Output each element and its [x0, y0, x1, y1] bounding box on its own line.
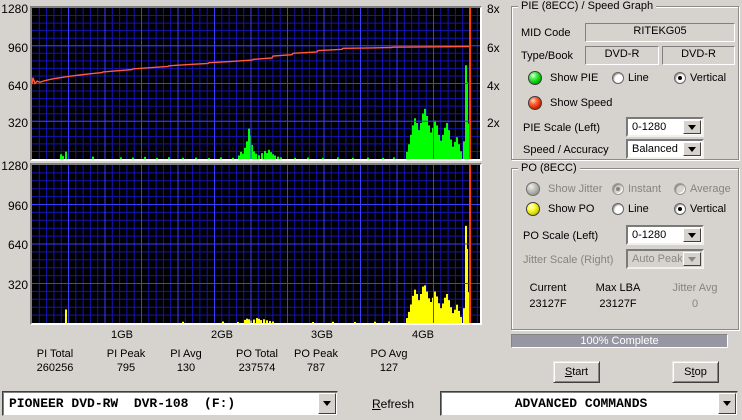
scan-progress-fill: 100% Complete: [512, 335, 727, 347]
stat-po-avg-value: 127: [379, 362, 399, 374]
pie-graph-canvas: [32, 8, 480, 159]
drive-select-value: PIONEER DVD-RW DVR-108 (F:): [9, 396, 236, 411]
speed-accuracy-select[interactable]: Balanced: [626, 139, 704, 159]
show-speed-led[interactable]: [528, 96, 542, 110]
type-book-value-2: DVD-R: [662, 46, 735, 65]
show-po-label: Show PO: [548, 203, 595, 215]
jitter-instant-radio: [612, 183, 624, 195]
type-book-label: Type/Book: [521, 50, 573, 62]
stat-pi-total-value: 260256: [36, 362, 74, 374]
pie-scale-select[interactable]: 0-1280: [626, 117, 704, 137]
jitter-average-label: Average: [690, 183, 731, 195]
po-ytick-960: 960: [7, 199, 28, 213]
current-label: Current: [529, 282, 567, 294]
start-button[interactable]: Start: [553, 361, 600, 383]
po-graph-canvas: [32, 165, 480, 323]
pie-settings-group: PIE (8ECC) / Speed Graph MID Code RITEKG…: [511, 0, 739, 160]
po-scale-value: 0-1280: [632, 229, 667, 241]
po-ytick-640: 640: [7, 238, 28, 252]
show-jitter-label: Show Jitter: [548, 183, 603, 195]
speed-accuracy-value: Balanced: [632, 143, 678, 155]
po-settings-group: PO (8ECC) Show Jitter Instant Average Sh…: [511, 162, 739, 330]
show-pie-label: Show PIE: [550, 72, 599, 84]
stat-po-avg-label: PO Avg: [370, 348, 408, 360]
refresh-button[interactable]: Refresh: [372, 397, 414, 411]
pie-ytick-640: 640: [7, 79, 28, 93]
pie-group-title: PIE (8ECC) / Speed Graph: [518, 0, 657, 12]
jitter-avg-label: Jitter Avg: [672, 282, 718, 294]
drive-select[interactable]: PIONEER DVD-RW DVR-108 (F:): [2, 391, 338, 416]
stat-pi-avg-value: 130: [176, 362, 196, 374]
stat-pi-peak-label: PI Peak: [106, 348, 146, 360]
jitter-scale-label: Jitter Scale (Right): [523, 254, 614, 266]
speed-tick-6x: 6x: [487, 41, 500, 55]
pie-ytick-1280: 1280: [1, 2, 28, 16]
xtick-2gb: 2GB: [210, 329, 233, 341]
app-window: 1280 960 640 320 8x 6x 4x 2x 1280 960 64…: [0, 0, 742, 420]
po-vertical-label: Vertical: [690, 203, 727, 215]
pie-scale-value: 0-1280: [632, 121, 667, 133]
type-book-value-1: DVD-R: [585, 46, 659, 65]
jitter-scale-select: Auto Peak: [626, 249, 704, 269]
stat-po-total-value: 237574: [238, 362, 276, 374]
po-ytick-1280: 1280: [1, 159, 28, 173]
po-ytick-320: 320: [7, 278, 28, 292]
jitter-scale-value: Auto Peak: [632, 253, 682, 265]
po-graph: [30, 163, 482, 325]
pie-vertical-label: Vertical: [690, 72, 727, 84]
jitter-average-radio: [674, 183, 686, 195]
stat-po-peak-label: PO Peak: [293, 348, 339, 360]
po-vertical-radio[interactable]: [674, 203, 686, 215]
show-pie-led[interactable]: [528, 71, 542, 85]
stat-po-peak-value: 787: [306, 362, 326, 374]
show-po-led[interactable]: [526, 202, 540, 216]
pie-scale-dropdown-icon[interactable]: [683, 120, 701, 134]
max-lba-value: 23127F: [599, 298, 637, 310]
po-group-title: PO (8ECC): [518, 162, 580, 174]
po-scale-dropdown-icon[interactable]: [683, 228, 701, 242]
show-jitter-led: [526, 182, 540, 196]
pie-scale-label: PIE Scale (Left): [523, 122, 601, 134]
advanced-commands-select[interactable]: ADVANCED COMMANDS: [440, 391, 738, 416]
advanced-commands-dropdown-icon[interactable]: [718, 393, 736, 414]
pie-vertical-radio[interactable]: [674, 72, 686, 84]
pie-ytick-320: 320: [7, 116, 28, 130]
show-speed-label: Show Speed: [550, 97, 613, 109]
xtick-4gb: 4GB: [411, 329, 434, 341]
po-line-radio[interactable]: [612, 203, 624, 215]
mid-code-value: RITEKG05: [585, 23, 735, 42]
po-scale-select[interactable]: 0-1280: [626, 225, 704, 245]
stat-po-total-label: PO Total: [236, 348, 278, 360]
jitter-scale-dropdown-icon: [683, 252, 701, 266]
speed-tick-2x: 2x: [487, 116, 500, 130]
xtick-1gb: 1GB: [110, 329, 133, 341]
pie-line-radio[interactable]: [612, 72, 624, 84]
stat-pi-peak-value: 795: [116, 362, 136, 374]
jitter-avg-value: 0: [691, 298, 699, 310]
po-line-label: Line: [628, 203, 649, 215]
speed-tick-4x: 4x: [487, 79, 500, 93]
pie-speed-graph: [30, 6, 482, 161]
xtick-3gb: 3GB: [310, 329, 333, 341]
drive-select-dropdown-icon[interactable]: [318, 393, 336, 414]
pie-ytick-960: 960: [7, 41, 28, 55]
advanced-commands-value: ADVANCED COMMANDS: [514, 396, 648, 411]
jitter-instant-label: Instant: [628, 183, 662, 195]
scan-progress-bar: 100% Complete: [511, 334, 728, 348]
speed-accuracy-label: Speed / Accuracy: [523, 144, 609, 156]
speed-accuracy-dropdown-icon[interactable]: [683, 142, 701, 156]
stat-pi-avg-label: PI Avg: [170, 348, 202, 360]
speed-tick-8x: 8x: [487, 2, 500, 16]
pie-line-label: Line: [628, 72, 649, 84]
max-lba-label: Max LBA: [595, 282, 641, 294]
stat-pi-total-label: PI Total: [36, 348, 74, 360]
current-value: 23127F: [529, 298, 567, 310]
stop-button[interactable]: St op: [672, 361, 719, 383]
mid-code-label: MID Code: [521, 27, 571, 39]
po-scale-label: PO Scale (Left): [523, 230, 599, 242]
